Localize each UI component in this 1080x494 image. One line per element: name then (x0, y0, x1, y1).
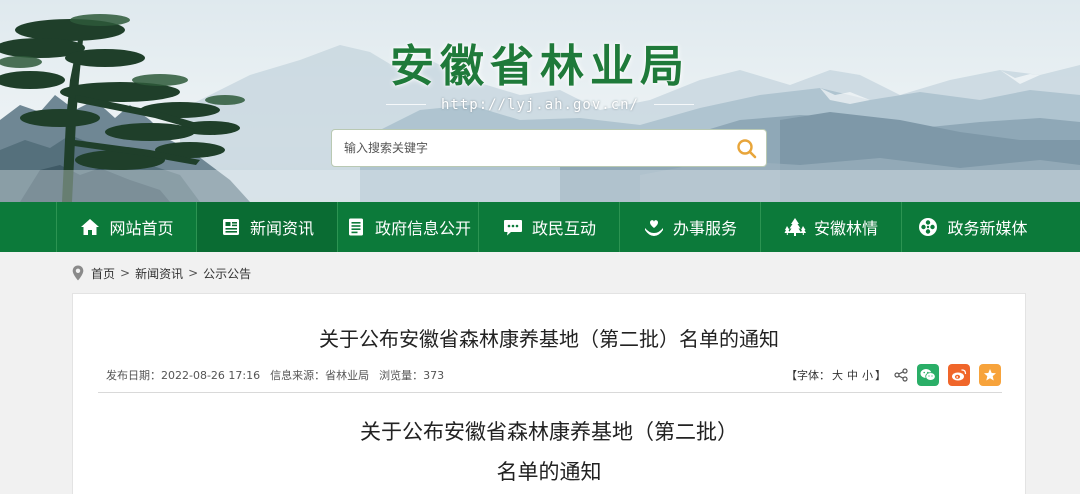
article-title: 关于公布安徽省森林康养基地（第二批）名单的通知 (319, 327, 779, 351)
search-box (331, 129, 767, 167)
site-url-row: http://lyj.ah.gov.cn/ (0, 94, 1080, 113)
nav-item-forestry[interactable]: 安徽林情 (761, 202, 902, 252)
site-title: 安徽省林业局 (390, 41, 690, 92)
breadcrumb-separator: > (188, 266, 199, 280)
main-nav-items: 网站首页 新闻资讯 政府信息公开 政民互动 办事服务 安徽林情 政务新媒体 (56, 202, 1043, 252)
meta-divider (98, 392, 1002, 393)
breadcrumb-announcement-link[interactable]: 公示公告 (203, 265, 251, 282)
breadcrumb-separator: > (120, 266, 131, 280)
view-count: 浏览量：373 (379, 369, 445, 382)
weibo-icon (952, 369, 967, 381)
document-icon (345, 216, 367, 238)
star-icon (984, 369, 996, 381)
breadcrumb: 首页 > 新闻资讯 > 公示公告 (72, 263, 251, 283)
share-wechat-button[interactable] (917, 364, 939, 386)
nav-item-label: 政民互动 (531, 219, 596, 238)
article-heading-line-1: 关于公布安徽省森林康养基地（第二批） (360, 420, 738, 444)
share-weibo-button[interactable] (948, 364, 970, 386)
breadcrumb-home-link[interactable]: 首页 (91, 265, 115, 282)
site-url: http://lyj.ah.gov.cn/ (440, 97, 639, 113)
search-input[interactable] (332, 130, 712, 166)
font-small-button[interactable]: 小 (862, 369, 873, 382)
font-medium-button[interactable]: 中 (847, 369, 858, 382)
search-icon (737, 139, 757, 159)
site-banner: 安徽省林业局 http://lyj.ah.gov.cn/ (0, 0, 1080, 202)
nav-item-label: 网站首页 (109, 219, 174, 238)
font-size-label: 【字体： (786, 369, 830, 382)
article-tools: 【字体：大中小】 (786, 364, 1001, 386)
info-source: 信息来源：省林业局 (270, 369, 370, 382)
share-favorite-button[interactable] (979, 364, 1001, 386)
breadcrumb-news-link[interactable]: 新闻资讯 (135, 265, 183, 282)
decorative-line (654, 104, 695, 105)
publish-date: 发布日期：2022-08-26 17:16 (106, 369, 261, 382)
main-nav: 网站首页 新闻资讯 政府信息公开 政民互动 办事服务 安徽林情 政务新媒体 (0, 202, 1080, 252)
nav-item-new-media[interactable]: 政务新媒体 (902, 202, 1043, 252)
article-heading-line-2: 名单的通知 (496, 460, 602, 484)
nav-item-label: 政务新媒体 (947, 219, 1028, 238)
nav-item-news[interactable]: 新闻资讯 (197, 202, 338, 252)
nav-item-label: 新闻资讯 (249, 219, 314, 238)
home-icon (79, 216, 101, 238)
font-size-close: 】 (875, 369, 886, 382)
nav-item-home[interactable]: 网站首页 (56, 202, 197, 252)
nav-item-interaction[interactable]: 政民互动 (479, 202, 620, 252)
heart-hand-icon (643, 216, 665, 238)
chat-icon (502, 216, 524, 238)
nav-item-label: 办事服务 (672, 219, 737, 238)
article-card: 关于公布安徽省森林康养基地（第二批）名单的通知 发布日期：2022-08-26 … (72, 293, 1026, 494)
forest-icon (784, 216, 806, 238)
nav-item-label: 政府信息公开 (374, 219, 471, 238)
nav-item-label: 安徽林情 (813, 219, 878, 238)
news-icon (220, 216, 242, 238)
decorative-line (385, 104, 426, 105)
share-icon[interactable] (894, 368, 908, 382)
media-icon (917, 216, 939, 238)
font-size-control: 【字体：大中小】 (786, 367, 886, 383)
article-meta: 发布日期：2022-08-26 17:16 信息来源：省林业局 浏览量：373 (106, 367, 454, 383)
wechat-icon (920, 369, 936, 381)
font-large-button[interactable]: 大 (832, 369, 843, 382)
location-pin-icon (72, 265, 84, 281)
nav-item-gov-info[interactable]: 政府信息公开 (338, 202, 479, 252)
nav-item-services[interactable]: 办事服务 (620, 202, 761, 252)
search-button[interactable] (734, 136, 760, 162)
